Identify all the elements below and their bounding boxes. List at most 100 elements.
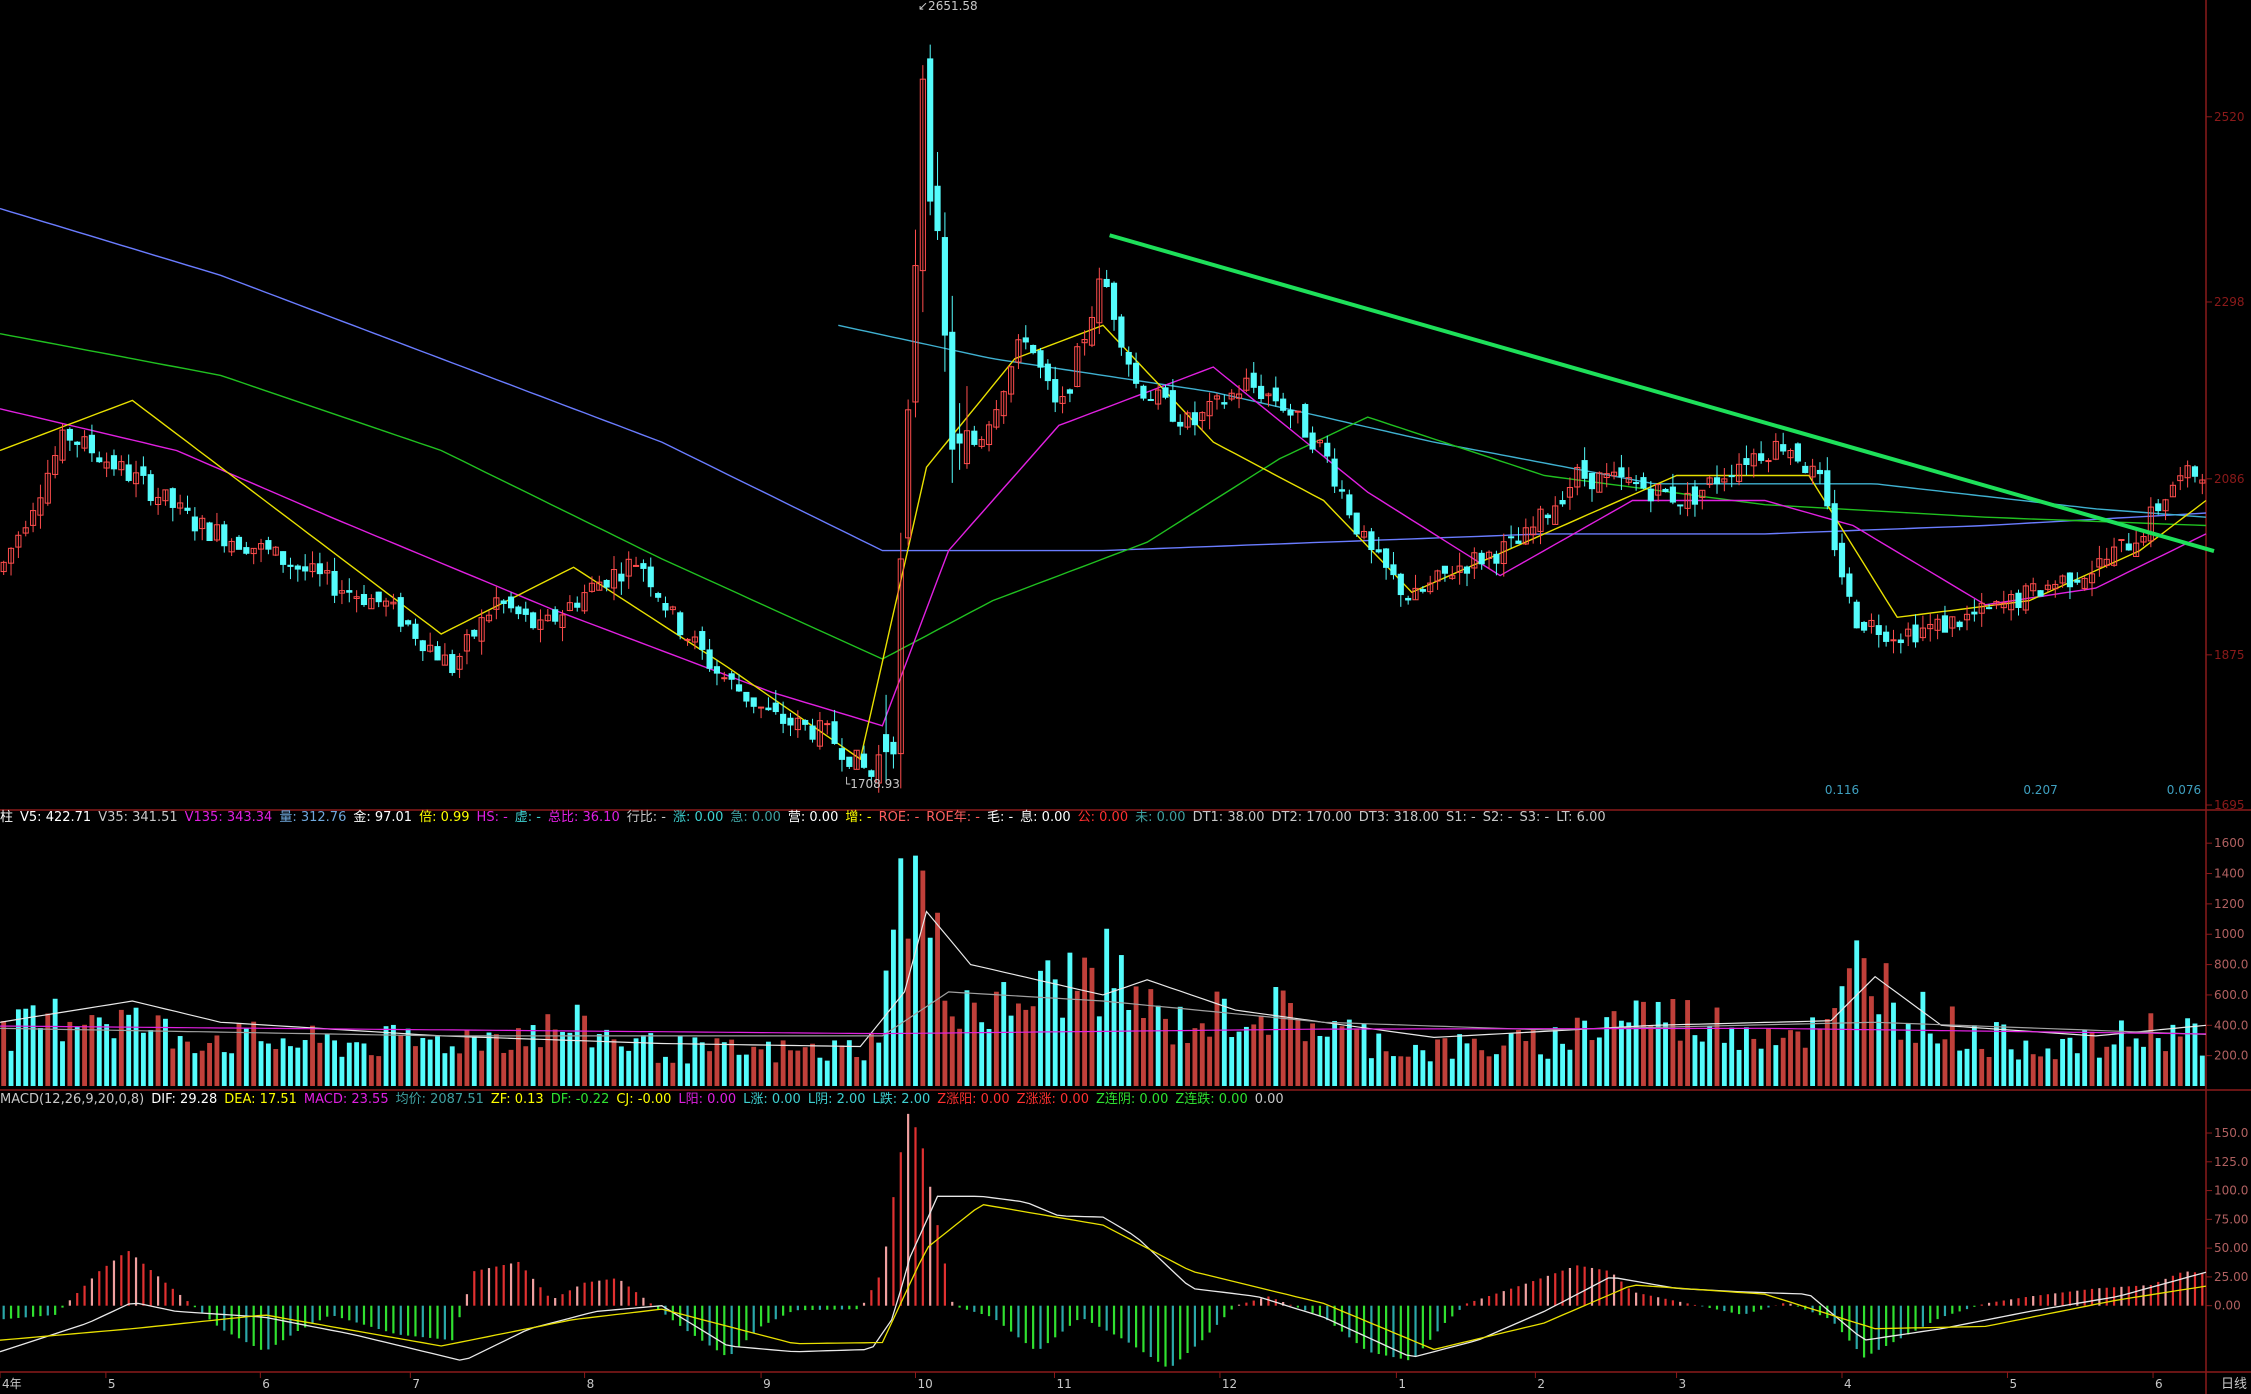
candle-body[interactable] [1758,453,1765,461]
volume-bar[interactable] [280,1038,286,1086]
candle-body[interactable] [1890,639,1897,642]
volume-bar[interactable] [1795,1031,1801,1086]
volume-bar[interactable] [2016,1059,2021,1086]
volume-bar[interactable] [258,1041,264,1086]
candle-body[interactable] [515,606,522,615]
candle-body[interactable] [405,620,412,625]
volume-bar[interactable] [1493,1054,1499,1086]
volume-bar[interactable] [1221,998,1227,1086]
candle-body[interactable] [1287,409,1294,416]
candle-body[interactable] [677,612,684,636]
volume-bar[interactable] [2199,1055,2205,1086]
volume-bar[interactable] [1082,957,1088,1086]
candle-body[interactable] [243,547,250,554]
volume-bar[interactable] [913,855,918,1086]
candle-body[interactable] [1302,404,1309,438]
volume-bar[interactable] [949,1016,955,1086]
volume-bar[interactable] [1552,1027,1558,1086]
volume-bar[interactable] [1133,986,1139,1086]
candle-body[interactable] [110,455,118,470]
candle-body[interactable] [1883,631,1890,642]
candle-body[interactable] [221,524,228,547]
volume-bar[interactable] [685,1063,690,1086]
volume-bar[interactable] [148,1030,154,1086]
volume-bar[interactable] [288,1046,293,1086]
volume-bar[interactable] [104,1024,110,1086]
volume-bar[interactable] [883,970,889,1086]
volume-bar[interactable] [1,1021,7,1086]
volume-bar[interactable] [1251,1024,1257,1086]
candle-body[interactable] [1030,344,1037,354]
volume-bar[interactable] [1177,1006,1183,1086]
candle-body[interactable] [1338,489,1346,492]
candle-body[interactable] [1221,402,1228,405]
candle-body[interactable] [375,591,382,603]
volume-bar[interactable] [457,1053,463,1086]
volume-bar[interactable] [523,1046,529,1086]
volume-bar[interactable] [1545,1058,1551,1086]
candle-body[interactable] [1824,470,1831,507]
volume-bar[interactable] [1288,1003,1293,1086]
candle-body[interactable] [1272,387,1279,402]
volume-bar[interactable] [82,1024,87,1086]
volume-bar[interactable] [501,1052,507,1086]
volume-bar[interactable] [1957,1050,1963,1086]
volume-bar[interactable] [1618,1020,1624,1086]
candle-body[interactable] [1860,621,1868,631]
volume-bar[interactable] [251,1021,257,1086]
volume-bar[interactable] [390,1024,396,1086]
volume-bar[interactable] [795,1050,801,1086]
volume-bar[interactable] [1383,1051,1389,1086]
candle-body[interactable] [2155,503,2162,512]
candle-body[interactable] [728,673,735,680]
candle-body[interactable] [1022,337,1029,343]
candle-body[interactable] [1280,398,1287,411]
volume-bar[interactable] [758,1049,764,1086]
candle-body[interactable] [647,566,654,588]
candle-body[interactable] [2066,572,2074,588]
volume-bar[interactable] [170,1048,176,1086]
candle-body[interactable] [949,331,956,450]
volume-bar[interactable] [1449,1058,1455,1086]
volume-bar[interactable] [1067,952,1073,1086]
volume-bar[interactable] [1016,1003,1021,1086]
volume-bar[interactable] [2126,1046,2132,1086]
volume-bar[interactable] [1229,1037,1235,1086]
volume-bar[interactable] [1927,1033,1933,1086]
volume-bar[interactable] [1163,1018,1168,1086]
candle-body[interactable] [1986,607,1993,610]
candle-body[interactable] [956,433,963,444]
volume-bar[interactable] [1898,1039,1904,1086]
candle-body[interactable] [772,702,779,713]
volume-bar[interactable] [354,1042,360,1086]
candle-body[interactable] [1662,488,1669,493]
volume-bar[interactable] [361,1043,367,1086]
volume-bar[interactable] [2096,1057,2102,1086]
candle-body[interactable] [1191,412,1198,426]
volume-bar[interactable] [743,1054,749,1086]
candle-body[interactable] [1846,573,1853,597]
volume-bar[interactable] [1141,1017,1146,1086]
candle-body[interactable] [1508,536,1515,539]
stock-chart[interactable]: 252022982086187516951600140012001000800.… [0,0,2251,1394]
volume-bar[interactable] [1846,968,1852,1086]
volume-bar[interactable] [1118,955,1124,1086]
volume-bar[interactable] [1832,1008,1838,1086]
volume-bar[interactable] [38,1028,43,1086]
volume-bar[interactable] [1802,1047,1808,1086]
volume-bar[interactable] [2119,1020,2124,1086]
volume-bar[interactable] [1810,1017,1816,1086]
volume-bar[interactable] [1243,1026,1249,1086]
volume-bar[interactable] [670,1062,676,1086]
volume-bar[interactable] [192,1053,198,1086]
volume-bar[interactable] [2023,1040,2029,1086]
volume-bar[interactable] [1354,1029,1360,1086]
candle-body[interactable] [1633,482,1640,485]
volume-bar[interactable] [1530,1028,1536,1086]
candle-body[interactable] [1897,639,1904,644]
volume-bar[interactable] [1001,982,1007,1086]
volume-bar[interactable] [1685,1000,1691,1086]
candle-body[interactable] [1912,624,1919,643]
volume-bar[interactable] [471,1035,477,1086]
volume-bar[interactable] [493,1034,499,1086]
